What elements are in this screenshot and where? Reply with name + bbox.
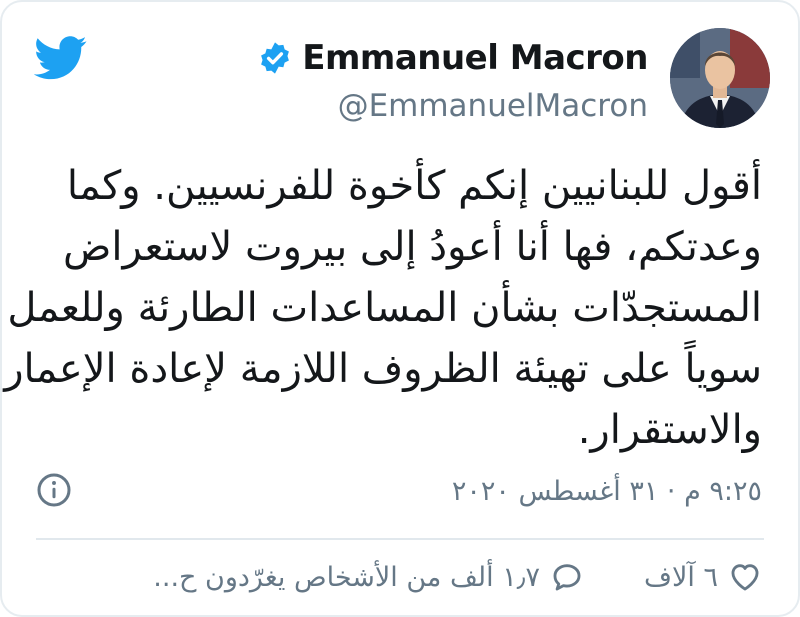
twitter-bird-icon[interactable] [34,36,88,80]
heart-icon [731,564,759,591]
reply-bubble-icon [553,564,581,591]
tweet-text-line: وعدتكم، فها أنا أعودُ إلى بيروت لاستعراض [63,224,762,270]
verified-badge-icon [261,42,290,74]
tweet-text-line: المستجدّات بشأن المساعدات الطارئة وللعمل [7,285,762,331]
divider [36,538,764,540]
info-icon[interactable] [36,472,72,508]
tweet-text-line: أقول للبنانيين إنكم كأخوة للفرنسيين. وكم… [66,163,762,209]
tweet-text-line: والاستقرار. [577,407,762,453]
reply-action[interactable]: ١٫٧ ألف من الأشخاص يغرّدون ح... [153,560,584,594]
author-handle[interactable]: @EmmanuelMacron [338,88,648,124]
tweet-actions: ٦ آلاف ١٫٧ ألف من الأشخاص يغرّدون ح... [153,560,762,594]
tweet-text-line: سوياً على تهيئة الظروف اللازمة لإعادة ال… [4,346,762,392]
like-action[interactable]: ٦ آلاف [644,560,762,594]
author-name-row[interactable]: Emmanuel Macron [258,38,648,78]
reply-summary: ١٫٧ ألف من الأشخاص يغرّدون ح... [153,561,540,593]
avatar[interactable] [670,28,770,128]
tweet-timestamp[interactable]: ٩:٢٥ م · ٣١ أغسطس ٢٠٢٠ [452,476,762,507]
tweet-card: Emmanuel Macron @EmmanuelMacron أقول للب… [0,0,800,617]
like-count: ٦ آلاف [644,561,718,593]
profile-photo-icon [670,28,770,128]
tweet-text: أقول للبنانيين إنكم كأخوة للفرنسيين. وكم… [4,156,762,461]
author-display-name[interactable]: Emmanuel Macron [302,38,648,78]
